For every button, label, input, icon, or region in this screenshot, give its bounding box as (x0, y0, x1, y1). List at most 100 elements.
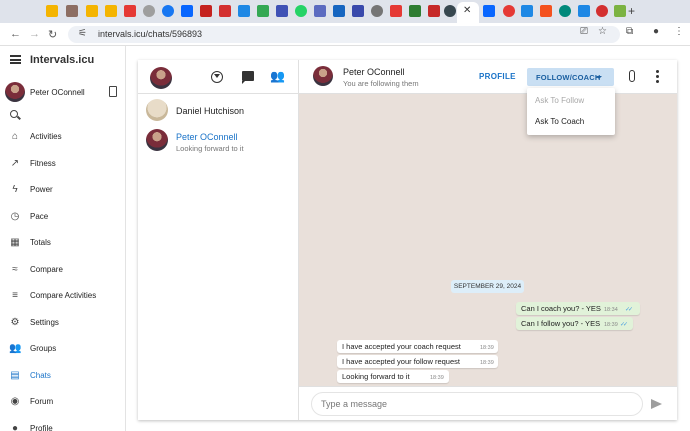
tab-favicon[interactable] (238, 5, 250, 17)
sidebar-user[interactable]: Peter OConnell (5, 82, 120, 104)
message-input[interactable] (311, 392, 643, 416)
tab-favicon[interactable] (143, 5, 155, 17)
omnibox[interactable]: ⚟ intervals.icu/chats/596893 (68, 26, 620, 43)
sidebar-item-pace[interactable]: ◷ Pace (0, 206, 125, 228)
tab-favicon[interactable] (162, 5, 174, 17)
message-outgoing[interactable]: Can I follow you? - YES 18:39 ✓✓ (516, 317, 633, 330)
send-icon[interactable] (651, 399, 662, 409)
sidebar-item-profile[interactable]: ● Profile (0, 418, 125, 431)
active-tab[interactable]: ✕ (457, 2, 479, 23)
document-icon[interactable] (109, 86, 117, 97)
message-area[interactable]: SEPTEMBER 29, 2024 Can I coach you? - YE… (299, 94, 677, 386)
tab-favicon[interactable] (314, 5, 326, 17)
extensions-icon[interactable]: ⧉ (626, 26, 633, 37)
attachment-icon[interactable] (629, 70, 635, 82)
tab-favicon[interactable] (428, 5, 440, 17)
sidebar-item-power[interactable]: ϟ Power (0, 179, 125, 201)
message-incoming[interactable]: Looking forward to it 18:39 (337, 370, 449, 383)
cast-icon[interactable]: ⎚ (580, 26, 588, 37)
menu-item-ask-to-coach[interactable]: Ask To Coach (535, 117, 584, 126)
peer-name: Peter OConnell (343, 67, 405, 77)
new-tab-button[interactable]: + (628, 4, 635, 18)
brand-title[interactable]: Intervals.icu (30, 54, 94, 66)
caret-down-icon (596, 76, 602, 79)
reload-icon[interactable]: ↻ (48, 28, 57, 41)
tab-favicon[interactable] (86, 5, 98, 17)
home-icon: ⌂ (11, 131, 19, 142)
sidebar-divider (125, 46, 126, 431)
tab-favicon[interactable] (559, 5, 571, 17)
sidebar-item-label: Settings (30, 317, 59, 327)
tab-favicon[interactable] (483, 5, 495, 17)
sidebar-item-totals[interactable]: ▦ Totals (0, 232, 125, 254)
tab-favicon[interactable] (46, 5, 58, 17)
forward-icon[interactable]: → (29, 28, 40, 40)
conversation-header: Peter OConnell You are following them PR… (299, 60, 677, 94)
add-group-icon[interactable]: 👥 (270, 69, 285, 83)
sidebar-item-forum[interactable]: ◉ Forum (0, 391, 125, 413)
sidebar-item-groups[interactable]: 👥 Groups (0, 338, 125, 360)
tab-favicon[interactable] (124, 5, 136, 17)
tab-favicon[interactable] (578, 5, 590, 17)
tab-favicon[interactable] (352, 5, 364, 17)
sidebar-item-fitness[interactable]: ↗ Fitness (0, 153, 125, 175)
user-avatar[interactable] (5, 82, 25, 102)
tab-favicon[interactable] (371, 5, 383, 17)
tab-favicon[interactable] (257, 5, 269, 17)
follow-coach-button[interactable]: FOLLOW/COACH (527, 68, 614, 86)
tab-favicon[interactable] (105, 5, 117, 17)
tab-favicon[interactable] (390, 5, 402, 17)
url-text[interactable]: intervals.icu/chats/596893 (98, 29, 202, 39)
tab-favicon[interactable] (409, 5, 421, 17)
tab-favicon[interactable] (521, 5, 533, 17)
message-text: Looking forward to it (342, 372, 410, 381)
contact-item[interactable]: Daniel Hutchison (138, 97, 299, 123)
tab-favicon[interactable] (295, 5, 307, 17)
tab-favicon[interactable] (219, 5, 231, 17)
tab-favicon[interactable] (503, 5, 515, 17)
chat-list-header: 👥 (138, 60, 299, 94)
back-icon[interactable]: ← (10, 28, 21, 40)
user-name[interactable]: Peter OConnell (30, 88, 85, 97)
sidebar-item-activities[interactable]: ⌂ Activities (0, 126, 125, 148)
hamburger-menu-icon[interactable] (10, 55, 21, 64)
search-icon[interactable] (10, 110, 18, 118)
more-vert-icon[interactable] (656, 70, 659, 83)
tab-favicon[interactable] (333, 5, 345, 17)
profile-button[interactable]: PROFILE (479, 72, 516, 81)
my-avatar[interactable] (150, 67, 172, 89)
message-incoming[interactable]: I have accepted your coach request 18:39 (337, 340, 498, 353)
tab-favicon[interactable] (276, 5, 288, 17)
sidebar-item-chats[interactable]: ▤ Chats (0, 365, 125, 387)
contact-item-selected[interactable]: Peter OConnell Looking forward to it (138, 127, 299, 153)
tab-favicon[interactable] (614, 5, 626, 17)
expand-circle-icon[interactable] (211, 71, 223, 83)
message-time: 18:34 (604, 307, 618, 313)
browser-menu-icon[interactable]: ⋮ (674, 26, 684, 37)
sidebar-item-settings[interactable]: ⚙ Settings (0, 312, 125, 334)
bookmark-star-icon[interactable]: ☆ (598, 26, 607, 37)
tab-favicon[interactable] (540, 5, 552, 17)
peer-avatar[interactable] (313, 66, 333, 86)
date-separator-text: SEPTEMBER 29, 2024 (453, 283, 522, 290)
follow-coach-label: FOLLOW/COACH (536, 73, 601, 82)
message-incoming[interactable]: I have accepted your follow request 18:3… (337, 355, 498, 368)
tab-favicon[interactable] (200, 5, 212, 17)
sidebar-item-label: Chats (30, 370, 51, 380)
sidebar-item-compare[interactable]: ≈ Compare (0, 259, 125, 281)
close-tab-icon[interactable]: ✕ (463, 5, 471, 16)
compare-list-icon: ≡ (12, 290, 18, 301)
message-outgoing[interactable]: Can I coach you? - YES 18:34 ✓✓ (516, 302, 640, 315)
chat-list: 👥 Daniel Hutchison Peter OConnell Lookin… (138, 60, 299, 420)
sidebar: Peter OConnell ⌂ Activities ↗ Fitness ϟ Power… (0, 76, 125, 431)
tab-favicon[interactable] (596, 5, 608, 17)
profile-avatar-icon[interactable]: ● (653, 26, 659, 37)
tab-favicon[interactable] (444, 5, 456, 17)
read-ticks-icon: ✓✓ (625, 307, 633, 313)
site-info-icon[interactable]: ⚟ (78, 28, 87, 39)
tab-favicon[interactable] (66, 5, 78, 17)
sidebar-item-compare-activities[interactable]: ≡ Compare Activities (0, 285, 125, 307)
tab-favicon[interactable] (181, 5, 193, 17)
chart-line-icon: ≈ (12, 263, 18, 275)
new-chat-icon[interactable] (242, 71, 254, 84)
